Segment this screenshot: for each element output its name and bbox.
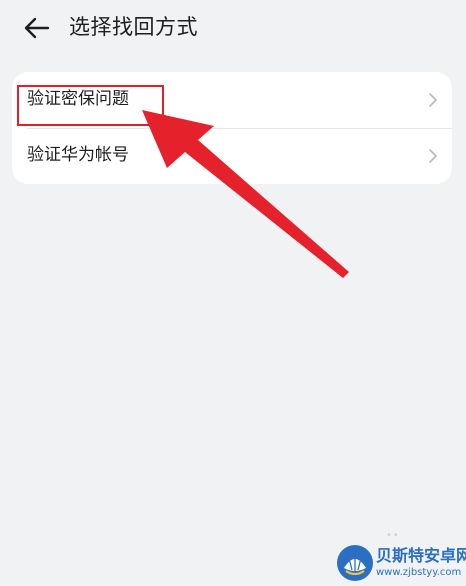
chevron-right-icon <box>429 93 437 107</box>
arrow-left-icon <box>24 17 50 39</box>
watermark-url: www.zjbstyy.com <box>376 567 462 578</box>
watermark-name: 贝斯特安卓网 <box>376 546 466 565</box>
option-security-questions-label: 验证密保问题 <box>27 89 129 109</box>
chevron-right-icon <box>429 149 437 163</box>
option-security-questions[interactable]: 验证密保问题 <box>12 72 452 128</box>
watermark: 贝斯特安卓网 www.zjbstyy.com <box>336 544 466 584</box>
top-bar: 选择找回方式 <box>0 0 466 56</box>
option-huawei-account-label: 验证华为帐号 <box>27 145 129 165</box>
back-button[interactable] <box>22 14 52 42</box>
option-huawei-account[interactable]: 验证华为帐号 <box>12 128 452 184</box>
recovery-options-card: 验证密保问题 验证华为帐号 <box>12 72 452 184</box>
page-title: 选择找回方式 <box>69 15 198 39</box>
home-indicator: •• <box>386 530 400 541</box>
shell-logo-icon <box>337 545 373 581</box>
